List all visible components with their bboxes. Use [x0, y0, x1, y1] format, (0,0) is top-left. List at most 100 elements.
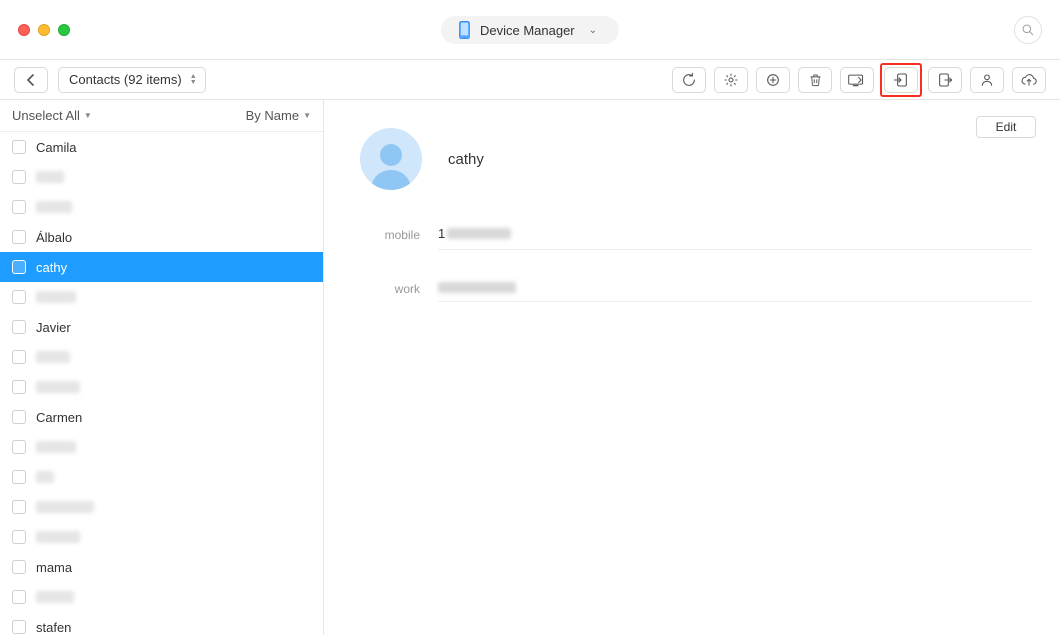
add-button[interactable] [756, 67, 790, 93]
cloud-upload-button[interactable] [1012, 67, 1046, 93]
checkbox[interactable] [12, 410, 26, 424]
field-value [438, 276, 1032, 302]
edit-button[interactable]: Edit [976, 116, 1036, 138]
refresh-icon [681, 72, 697, 88]
contact-row[interactable] [0, 162, 323, 192]
checkbox[interactable] [12, 500, 26, 514]
checkbox[interactable] [12, 140, 26, 154]
delete-button[interactable] [798, 67, 832, 93]
phone-icon [459, 21, 470, 39]
redacted-name [36, 471, 54, 483]
plus-circle-icon [765, 72, 781, 88]
contact-row[interactable] [0, 522, 323, 552]
checkbox[interactable] [12, 290, 26, 304]
redacted-name [36, 441, 76, 453]
field-label: work [360, 282, 420, 296]
unselect-all-label: Unselect All [12, 108, 80, 123]
sort-chevrons-icon: ▲▼ [190, 74, 197, 86]
import-button[interactable] [884, 67, 918, 93]
contact-row[interactable] [0, 432, 323, 462]
contact-row[interactable]: Javier [0, 312, 323, 342]
chevron-down-icon: ▼ [303, 111, 311, 120]
field-label: mobile [360, 228, 420, 242]
checkbox[interactable] [12, 320, 26, 334]
contact-row[interactable] [0, 192, 323, 222]
redacted-name [36, 591, 74, 603]
sort-button[interactable]: By Name ▼ [246, 108, 311, 123]
checkbox[interactable] [12, 530, 26, 544]
checkbox[interactable] [12, 170, 26, 184]
redacted-name [36, 531, 80, 543]
checkbox[interactable] [12, 200, 26, 214]
contact-row[interactable]: Camila [0, 132, 323, 162]
person-icon [979, 72, 995, 88]
checkbox[interactable] [12, 380, 26, 394]
contact-row-label: Álbalo [36, 230, 72, 245]
contact-row[interactable] [0, 372, 323, 402]
field-value: 1 [438, 220, 1032, 250]
chevron-left-icon [26, 74, 36, 86]
import-icon [893, 72, 909, 88]
settings-button[interactable] [714, 67, 748, 93]
search-button[interactable] [1014, 16, 1042, 44]
merge-contacts-button[interactable] [970, 67, 1004, 93]
unselect-all-button[interactable]: Unselect All ▼ [12, 108, 92, 123]
contact-row[interactable]: Álbalo [0, 222, 323, 252]
contact-profile: cathy [360, 128, 1032, 190]
contact-row[interactable]: Carmen [0, 402, 323, 432]
contact-row-label: cathy [36, 260, 67, 275]
redacted-name [36, 291, 76, 303]
maximize-window-button[interactable] [58, 24, 70, 36]
redacted-name [36, 201, 72, 213]
toolbar: Contacts (92 items) ▲▼ [0, 60, 1060, 100]
contact-row[interactable] [0, 342, 323, 372]
minimize-window-button[interactable] [38, 24, 50, 36]
redacted-name [36, 381, 80, 393]
contact-row[interactable] [0, 492, 323, 522]
checkbox[interactable] [12, 260, 26, 274]
toolbar-actions [672, 67, 1046, 93]
avatar [360, 128, 422, 190]
redacted-name [36, 171, 64, 183]
checkbox[interactable] [12, 230, 26, 244]
checkbox[interactable] [12, 440, 26, 454]
contact-field: mobile 1 [360, 220, 1032, 250]
export-button[interactable] [928, 67, 962, 93]
trash-icon [808, 72, 823, 88]
back-button[interactable] [14, 67, 48, 93]
device-selector[interactable]: Device Manager ⌄ [441, 16, 619, 44]
checkbox[interactable] [12, 560, 26, 574]
contact-row[interactable] [0, 462, 323, 492]
contact-row[interactable]: stafen [0, 612, 323, 635]
checkbox[interactable] [12, 620, 26, 634]
contact-row-label: Carmen [36, 410, 82, 425]
contact-row[interactable]: mama [0, 552, 323, 582]
cloud-upload-icon [1020, 73, 1038, 87]
sidebar-header: Unselect All ▼ By Name ▼ [0, 100, 323, 132]
close-window-button[interactable] [18, 24, 30, 36]
contact-row[interactable]: cathy [0, 252, 323, 282]
export-icon [937, 72, 953, 88]
category-label: Contacts (92 items) [69, 72, 182, 87]
search-icon [1021, 23, 1035, 37]
content-area: Unselect All ▼ By Name ▼ Camila Álbalo cat… [0, 100, 1060, 635]
redacted-name [36, 501, 94, 513]
contact-row-label: Javier [36, 320, 71, 335]
checkbox[interactable] [12, 590, 26, 604]
contact-row-label: Camila [36, 140, 76, 155]
chevron-down-icon: ⌄ [589, 25, 597, 36]
sort-label: By Name [246, 108, 299, 123]
refresh-button[interactable] [672, 67, 706, 93]
checkbox[interactable] [12, 350, 26, 364]
window-controls [18, 24, 70, 36]
value-prefix: 1 [438, 226, 445, 241]
redacted-name [36, 351, 70, 363]
title-bar: Device Manager ⌄ [0, 0, 1060, 60]
contact-detail-pane: Edit cathy mobile 1 work [324, 100, 1060, 635]
contact-field: work [360, 276, 1032, 302]
contact-row[interactable] [0, 582, 323, 612]
category-selector[interactable]: Contacts (92 items) ▲▼ [58, 67, 206, 93]
to-device-button[interactable] [840, 67, 874, 93]
checkbox[interactable] [12, 470, 26, 484]
contact-row[interactable] [0, 282, 323, 312]
